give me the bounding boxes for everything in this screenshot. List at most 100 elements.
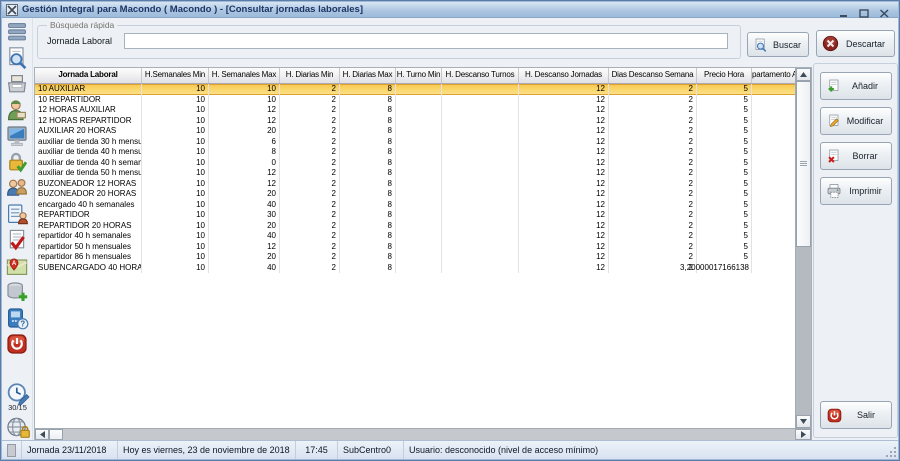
table-row[interactable]: BUZONEADOR 20 HORAS1020281225 [35, 189, 796, 200]
table-cell: 5 [697, 158, 752, 169]
table-row[interactable]: 10 AUXILIAR1010281225 [35, 84, 796, 95]
horizontal-scroll-thumb[interactable] [49, 429, 63, 440]
anadir-label: Añadir [844, 81, 886, 91]
table-cell: 8 [340, 116, 396, 127]
table-cell: 12 [519, 126, 609, 137]
clock-edit-icon[interactable] [6, 381, 30, 405]
table-row[interactable]: repartidor 50 h mensuales1012281225 [35, 242, 796, 253]
table-row[interactable]: BUZONEADOR 12 HORAS1012281225 [35, 179, 796, 190]
column-header-1[interactable]: Jornada Laboral [35, 68, 142, 83]
table-cell [396, 168, 442, 179]
table-row[interactable]: auxiliar de tienda 50 h mensuales1012281… [35, 168, 796, 179]
column-header-8[interactable]: H. Descanso Jornadas [519, 68, 609, 83]
column-header-6[interactable]: H. Turno Min [396, 68, 442, 83]
table-row[interactable]: encargado 40 h semanales1040281225 [35, 200, 796, 211]
column-header-9[interactable]: Dias Descanso Semana [609, 68, 697, 83]
table-row[interactable]: REPARTIDOR 20 HORAS1020281225 [35, 221, 796, 232]
anadir-button[interactable]: Añadir [820, 72, 892, 100]
document-delete-icon [826, 148, 841, 164]
imprimir-button[interactable]: Imprimir [820, 177, 892, 205]
table-cell [752, 263, 796, 274]
scroll-up-button[interactable] [796, 68, 811, 81]
table-cell: 10 [209, 95, 280, 106]
vertical-scrollbar[interactable] [795, 68, 811, 428]
table-cell: 2 [609, 137, 697, 148]
table-cell: 0 [209, 158, 280, 169]
table-row[interactable]: repartidor 40 h semanales1040281225 [35, 231, 796, 242]
table-cell: 20 [209, 221, 280, 232]
vertical-scroll-thumb[interactable] [796, 81, 811, 247]
table-cell [752, 200, 796, 211]
table-cell: 10 [142, 116, 209, 127]
table-cell: 12 [519, 95, 609, 106]
table-row[interactable]: auxiliar de tienda 40 h semanales1002812… [35, 158, 796, 169]
table-cell: 12 [519, 168, 609, 179]
table-cell: 5 [697, 252, 752, 263]
table-row[interactable]: repartidor 86 h mensuales1020281225 [35, 252, 796, 263]
table-cell: 10 [142, 179, 209, 190]
buscar-button[interactable]: Buscar [747, 32, 809, 57]
horizontal-scrollbar[interactable] [35, 428, 811, 440]
list-person-icon[interactable] [5, 202, 29, 226]
column-header-10[interactable]: Precio Hora [697, 68, 752, 83]
scroll-left-button[interactable] [35, 429, 49, 440]
table-cell: 8 [340, 126, 396, 137]
table-cell: 8 [340, 105, 396, 116]
database-add-icon[interactable] [5, 280, 29, 304]
table-cell: 2 [609, 147, 697, 158]
people-icon[interactable] [5, 176, 29, 200]
phone-help-icon[interactable]: ? [5, 306, 29, 330]
scroll-right-button[interactable] [795, 429, 811, 440]
cash-register-icon[interactable] [5, 72, 29, 96]
minimize-button[interactable] [839, 5, 850, 14]
table-cell: 2 [280, 221, 340, 232]
column-header-7[interactable]: H. Descanso Turnos [442, 68, 519, 83]
table-cell: repartidor 50 h mensuales [35, 242, 142, 253]
table-row[interactable]: 10 REPARTIDOR1010281225 [35, 95, 796, 106]
resize-grip[interactable] [884, 445, 898, 459]
table-cell: 6 [209, 137, 280, 148]
jornada-laboral-input[interactable] [124, 33, 728, 49]
power-icon[interactable] [5, 332, 29, 356]
map-marker-icon[interactable]: A [5, 254, 29, 278]
table-cell: 10 [142, 242, 209, 253]
table-cell: 8 [340, 210, 396, 221]
table-header-row: Jornada LaboralH.Semanales MinH. Semanal… [35, 68, 796, 84]
table-row[interactable]: AUXILIAR 20 HORAS1020281225 [35, 126, 796, 137]
column-header-5[interactable]: H. Diarias Max [340, 68, 396, 83]
column-header-11[interactable]: partamento Al [752, 68, 796, 83]
salir-button[interactable]: Salir [820, 401, 892, 429]
column-header-3[interactable]: H. Semanales Max [209, 68, 280, 83]
table-cell: 10 [142, 231, 209, 242]
courier-person-icon[interactable] [5, 98, 29, 122]
close-button[interactable] [879, 5, 890, 14]
table-body: 10 AUXILIAR101028122510 REPARTIDOR101028… [35, 84, 796, 273]
search-document-icon[interactable] [5, 46, 29, 70]
printer-icon [826, 183, 842, 199]
table-cell: 12 [519, 116, 609, 127]
table-row[interactable]: SUBENCARGADO 40 HORAS1040281223,20000017… [35, 263, 796, 274]
borrar-button[interactable]: Borrar [820, 142, 892, 170]
table-row[interactable]: REPARTIDOR1030281225 [35, 210, 796, 221]
maximize-button[interactable] [859, 5, 870, 14]
descartar-button[interactable]: Descartar [816, 30, 895, 57]
table-cell: 8 [340, 158, 396, 169]
scroll-down-button[interactable] [796, 415, 811, 428]
lock-check-icon[interactable] [5, 150, 29, 174]
table-cell: 2 [280, 189, 340, 200]
table-row[interactable]: auxiliar de tienda 30 h mensuales1062812… [35, 137, 796, 148]
table-row[interactable]: auxiliar de tienda 40 h mensuales1082812… [35, 147, 796, 158]
table-cell [442, 263, 519, 274]
app-window: Gestión Integral para Macondo ( Macondo … [0, 0, 900, 461]
modificar-button[interactable]: Modificar [820, 107, 892, 135]
statusbar-jornada-date: Jornada 23/11/2018 [22, 441, 118, 459]
monitor-icon[interactable] [5, 124, 29, 148]
table-cell: 8 [340, 147, 396, 158]
column-header-4[interactable]: H. Diarias Min [280, 68, 340, 83]
column-header-2[interactable]: H.Semanales Min [142, 68, 209, 83]
document-check-icon[interactable] [5, 228, 29, 252]
table-row[interactable]: 12 HORAS REPARTIDOR1012281225 [35, 116, 796, 127]
globe-lock-icon[interactable] [6, 415, 30, 439]
table-row[interactable]: 12 HORAS AUXILIAR1012281225 [35, 105, 796, 116]
menu-icon[interactable] [5, 20, 29, 44]
